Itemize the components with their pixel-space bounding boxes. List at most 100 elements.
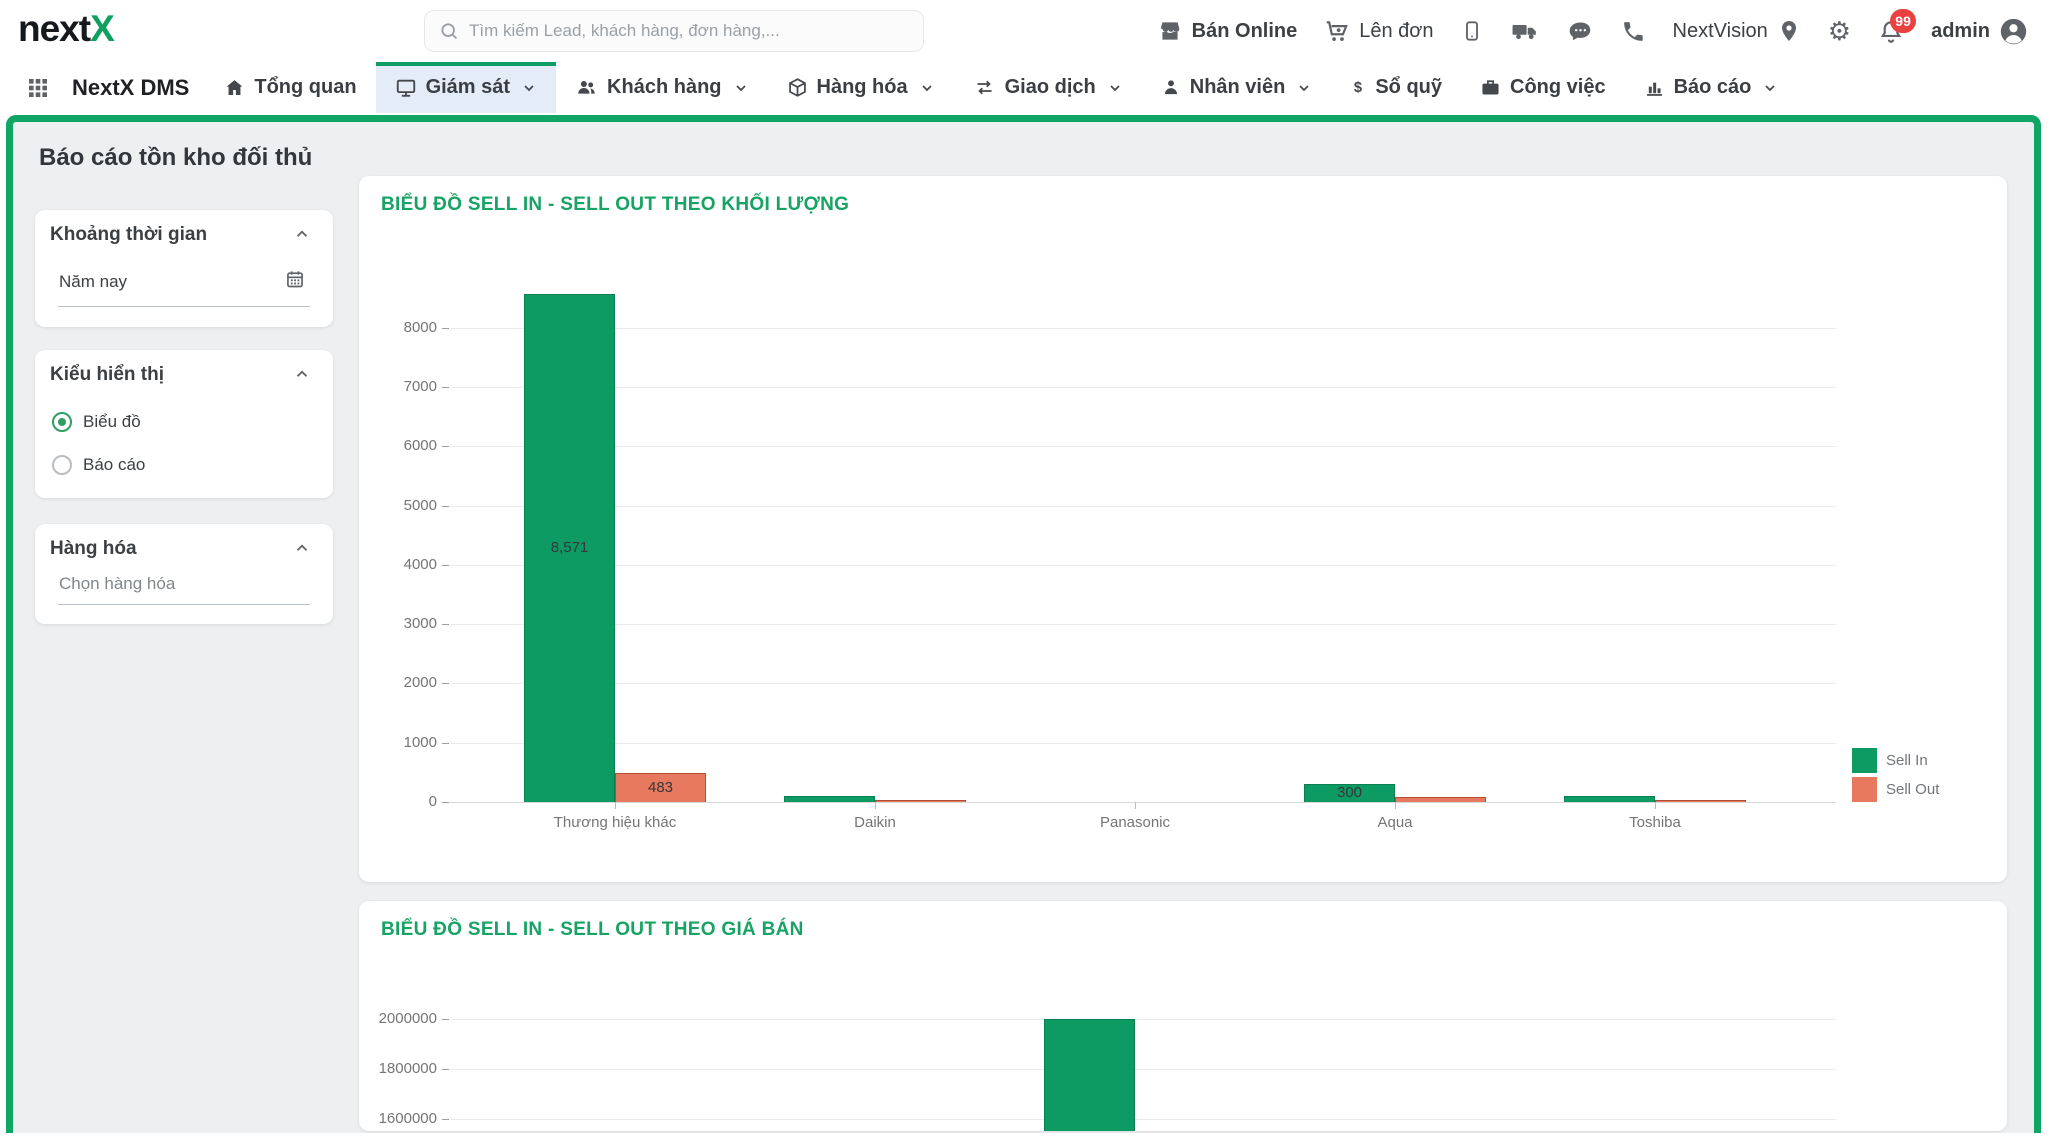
transactions-icon [973, 77, 996, 98]
radio-label: Báo cáo [83, 455, 145, 475]
display-option-1[interactable]: Báo cáo [52, 455, 145, 475]
account-name: NextVision [1673, 20, 1768, 43]
page-title: Báo cáo tồn kho đối thủ [39, 144, 312, 172]
x-axis-tick [615, 802, 616, 809]
chevron-up-icon[interactable] [293, 539, 311, 562]
y-axis-tick [442, 743, 449, 744]
phone-icon[interactable] [1621, 19, 1646, 44]
y-axis-tick [442, 1019, 449, 1020]
avatar-icon [1999, 17, 2028, 46]
x-axis-category-label: Aqua [1275, 814, 1515, 831]
product-field-underline [58, 604, 310, 605]
x-axis-category-label: Daikin [755, 814, 995, 831]
gridline [450, 1069, 1836, 1070]
ban-online-label: Bán Online [1192, 20, 1298, 43]
x-axis-tick [1655, 802, 1656, 809]
ban-online-button[interactable]: Bán Online [1157, 18, 1298, 44]
gridline [450, 624, 1836, 625]
global-search [424, 10, 924, 52]
chevron-up-icon[interactable] [293, 225, 311, 248]
y-axis-tick-label: 2000 [359, 674, 437, 691]
nav-item-2[interactable]: Khách hàng [556, 62, 767, 113]
employee-icon [1161, 77, 1181, 98]
filter-panel-display: Kiểu hiển thị Biểu đồ Báo cáo [35, 350, 333, 498]
app-title: NextX DMS [72, 75, 189, 101]
nav-item-label: Nhân viên [1190, 76, 1286, 99]
y-axis-tick-label: 7000 [359, 378, 437, 395]
display-option-0[interactable]: Biểu đồ [52, 412, 141, 432]
gridline [450, 1019, 1836, 1020]
search-input[interactable] [469, 21, 889, 41]
app-logo[interactable]: nextX [18, 8, 114, 50]
content-frame: Báo cáo tồn kho đối thủ Khoảng thời gian… [6, 115, 2041, 1133]
radio-icon [52, 455, 72, 475]
nav-item-4[interactable]: Giao dịch [954, 62, 1142, 113]
sell-in-bar [1564, 796, 1655, 802]
legend-swatch-sell-in [1852, 748, 1877, 773]
y-axis-tick [442, 683, 449, 684]
user-menu[interactable]: admin [1931, 17, 2028, 46]
sell-out-bar [875, 800, 966, 802]
chevron-down-icon [1762, 80, 1778, 96]
nav-item-label: Tổng quan [254, 76, 356, 99]
y-axis-tick-label: 1600000 [359, 1110, 437, 1127]
nav-item-6[interactable]: $ Sổ quỹ [1331, 62, 1461, 113]
chevron-down-icon [521, 80, 537, 96]
briefcase-icon [1480, 77, 1501, 98]
gridline [450, 743, 1836, 744]
nav-item-label: Giao dịch [1005, 76, 1096, 99]
nav-item-1[interactable]: Giám sát [376, 62, 556, 113]
chevron-up-icon[interactable] [293, 365, 311, 388]
calendar-icon[interactable] [285, 269, 305, 294]
y-axis-tick [442, 328, 449, 329]
gridline [450, 506, 1836, 507]
store-icon [1157, 18, 1183, 44]
home-icon [224, 77, 245, 98]
y-axis-tick [442, 1069, 449, 1070]
location-pin-icon [1777, 18, 1801, 44]
apps-grid-icon[interactable] [26, 76, 50, 100]
nav-item-label: Khách hàng [607, 76, 721, 99]
x-axis-category-label: Toshiba [1535, 814, 1775, 831]
cart-plus-icon [1324, 18, 1350, 44]
y-axis-tick [442, 387, 449, 388]
gear-icon[interactable]: ⚙ [1828, 18, 1851, 44]
truck-icon[interactable] [1510, 18, 1540, 44]
notifications-button[interactable]: 99 [1878, 18, 1904, 45]
y-axis-tick-label: 2000000 [359, 1010, 437, 1027]
dollar-icon: $ [1350, 77, 1366, 98]
x-axis-tick [1135, 802, 1136, 809]
nav-item-7[interactable]: Công việc [1461, 62, 1625, 113]
gridline [450, 1119, 1836, 1120]
nav-item-label: Sổ quỹ [1375, 76, 1442, 99]
nav-item-0[interactable]: Tổng quan [205, 62, 375, 113]
monitor-icon [395, 77, 417, 99]
bar-value-label: 300 [1304, 784, 1395, 801]
legend-label: Sell In [1886, 752, 1928, 769]
y-axis-tick [442, 506, 449, 507]
chart-card-price: BIỂU ĐỒ SELL IN - SELL OUT THEO GIÁ BÁN … [359, 901, 2007, 1131]
chat-icon[interactable] [1567, 18, 1594, 44]
nav-item-label: Báo cáo [1674, 76, 1752, 99]
y-axis-tick-label: 1000 [359, 734, 437, 751]
chevron-down-icon [919, 80, 935, 96]
product-select-placeholder[interactable]: Chọn hàng hóa [59, 574, 175, 594]
time-range-value[interactable]: Năm nay [59, 272, 127, 292]
radio-label: Biểu đồ [83, 412, 141, 432]
len-don-button[interactable]: Lên đơn [1324, 18, 1433, 44]
nav-item-3[interactable]: Hàng hóa [768, 62, 954, 113]
y-axis-tick-label: 5000 [359, 497, 437, 514]
top-header: nextX Bán Online Lên đơn [0, 0, 2048, 62]
nav-item-5[interactable]: Nhân viên [1142, 62, 1332, 113]
y-axis-tick-label: 8000 [359, 319, 437, 336]
mobile-icon[interactable] [1461, 18, 1483, 44]
x-axis-category-label: Thương hiệu khác [495, 814, 735, 831]
panel-title-display: Kiểu hiển thị [50, 364, 164, 386]
account-selector[interactable]: NextVision [1673, 18, 1801, 44]
chevron-down-icon [733, 80, 749, 96]
nav-item-label: Hàng hóa [817, 76, 908, 99]
nav-item-8[interactable]: Báo cáo [1625, 62, 1798, 113]
y-axis-tick [442, 1119, 449, 1120]
sell-in-bar [1044, 1019, 1135, 1131]
filter-panel-time: Khoảng thời gian Năm nay [35, 210, 333, 327]
